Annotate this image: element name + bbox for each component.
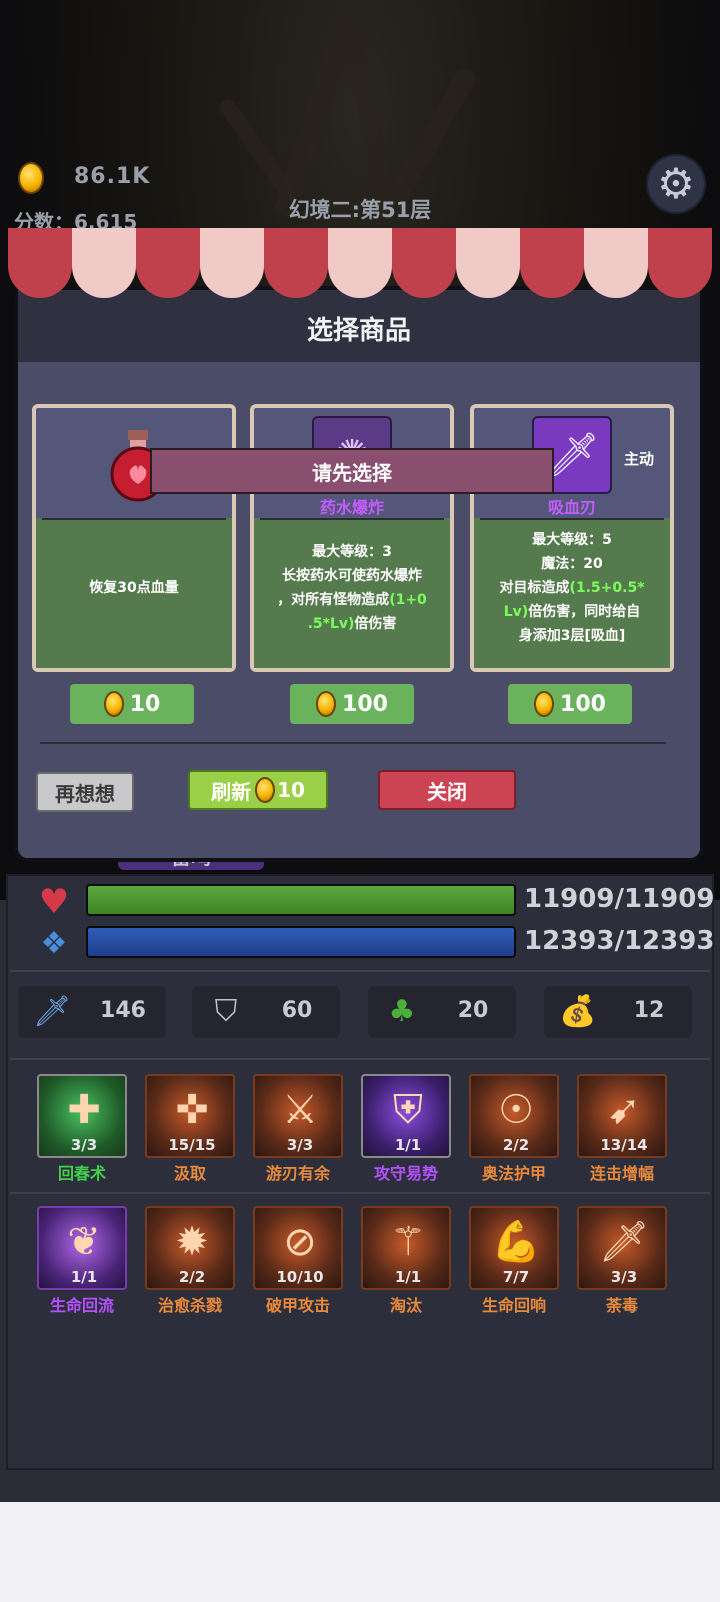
settings-gear-icon[interactable]: ⚙ (646, 154, 706, 214)
sword-icon: 🗡 (32, 994, 72, 1029)
stat-bag: 💰 12 (544, 986, 692, 1038)
coin-icon (255, 777, 276, 803)
item-name: 药水爆炸 (319, 498, 384, 517)
arcane-armor-icon: ☉ (498, 1087, 534, 1133)
money-bag-icon: 💰 (559, 994, 597, 1029)
shop-awning (8, 228, 712, 298)
stat-luck: ♣ 20 (368, 986, 516, 1038)
mp-bar (86, 926, 516, 958)
skill-huichunshu[interactable]: ✚ 3/3 回春术 (36, 1074, 128, 1184)
skill-taotai[interactable]: ⚚ 1/1 淘汰 (360, 1206, 452, 1316)
clover-icon: ♣ (388, 994, 416, 1029)
skill-yourenyouyu[interactable]: ⚔ 3/3 游刃有余 (252, 1074, 344, 1184)
reconsider-button[interactable]: 再想想 (36, 772, 134, 812)
divider (10, 1058, 710, 1060)
shield-icon: ⛉ (214, 994, 238, 1029)
hp-text: 11909/11909 (524, 884, 715, 914)
stat-attack: 🗡 146 (18, 986, 166, 1038)
healing-slaughter-icon: ✹ (175, 1219, 209, 1265)
item-name: 吸血刃 (547, 498, 596, 517)
divider (10, 970, 710, 972)
luck-value: 20 (457, 998, 489, 1023)
gold-coin-icon (18, 162, 44, 194)
gold-amount: 86.1K (74, 164, 151, 189)
heart-icon: ♥ (38, 882, 70, 922)
attack-value: 146 (100, 998, 146, 1023)
life-flow-icon: ❦ (67, 1219, 101, 1265)
skill-zhiyushalu[interactable]: ✹ 2/2 治愈杀戮 (144, 1206, 236, 1316)
skill-gongshouyishi[interactable]: ⛨ 1/1 攻守易势 (360, 1074, 452, 1184)
bag-value: 12 (633, 998, 665, 1023)
mana-icon: ❖ (40, 926, 68, 961)
skill-jiqu[interactable]: ✜ 15/15 汲取 (144, 1074, 236, 1184)
stat-defense: ⛉ 60 (192, 986, 340, 1038)
coin-icon (534, 691, 555, 717)
blade-swirl-icon: ⚔ (282, 1087, 318, 1133)
level-title: 幻境二:第51层 (288, 198, 432, 222)
shop-divider (40, 742, 666, 744)
flexed-arm-icon: 💪 (491, 1219, 541, 1265)
skill-shengminghuixiang[interactable]: 💪 7/7 生命回响 (468, 1206, 560, 1316)
item-description: 最大等级：3 长按药水可使药水爆炸 ，对所有怪物造成(1+0 .5*Lv)倍伤害 (277, 544, 427, 632)
skill-pojiagongji[interactable]: ⊘ 10/10 破甲攻击 (252, 1206, 344, 1316)
divider (10, 1192, 710, 1194)
choose-first-banner: 请先选择 (150, 448, 554, 494)
refresh-button[interactable]: 刷新 10 (188, 770, 328, 810)
price-button-2[interactable]: 100 (290, 684, 414, 724)
absorb-icon: ✜ (175, 1087, 209, 1133)
skill-shengminghuiliu[interactable]: ❦ 1/1 生命回流 (36, 1206, 128, 1316)
shield-emblem-icon: ⛨ (393, 1087, 423, 1133)
poison-blade-icon: 🗡 (598, 1219, 650, 1265)
mp-text: 12393/12393 (524, 926, 715, 956)
heal-cross-icon: ✚ (67, 1087, 101, 1133)
coin-icon (103, 691, 124, 717)
close-button[interactable]: 关闭 (378, 770, 516, 810)
shop-item-card-2[interactable]: ✺ 药水爆炸 最大等级：3 长按药水可使药水爆炸 ，对所有怪物造成(1+0 .5… (250, 404, 454, 672)
eliminate-icon: ⚚ (390, 1219, 426, 1265)
item-description: 最大等级：5 魔法：20 对目标造成(1.5+0.5* Lv)倍伤害，同时给自 … (499, 532, 645, 644)
hp-bar (86, 884, 516, 916)
price-button-1[interactable]: 10 (70, 684, 194, 724)
skill-aofahujia[interactable]: ☉ 2/2 奥法护甲 (468, 1074, 560, 1184)
shop-item-card-3[interactable]: 🗡 主动 吸血刃 最大等级：5 魔法：20 对目标造成(1.5+0.5* Lv)… (470, 404, 674, 672)
shop-title: 选择商品 (306, 316, 411, 346)
combo-strike-icon: ➹ (607, 1087, 641, 1133)
active-tag: 主动 (624, 450, 655, 468)
skill-lianjizengfu[interactable]: ➹ 13/14 连击增幅 (576, 1074, 668, 1184)
game-screen: 86.1K 分数：6,615 幻境二:第51层 ⚙ 雷鸣 ♥ 11909/119… (0, 0, 720, 1502)
price-button-3[interactable]: 100 (508, 684, 632, 724)
coin-icon (316, 691, 337, 717)
item-description: 恢复30点血量 (89, 580, 179, 596)
skill-tudu[interactable]: 🗡 3/3 荼毒 (576, 1206, 668, 1316)
armor-break-icon: ⊘ (283, 1219, 317, 1265)
defense-value: 60 (281, 998, 313, 1023)
